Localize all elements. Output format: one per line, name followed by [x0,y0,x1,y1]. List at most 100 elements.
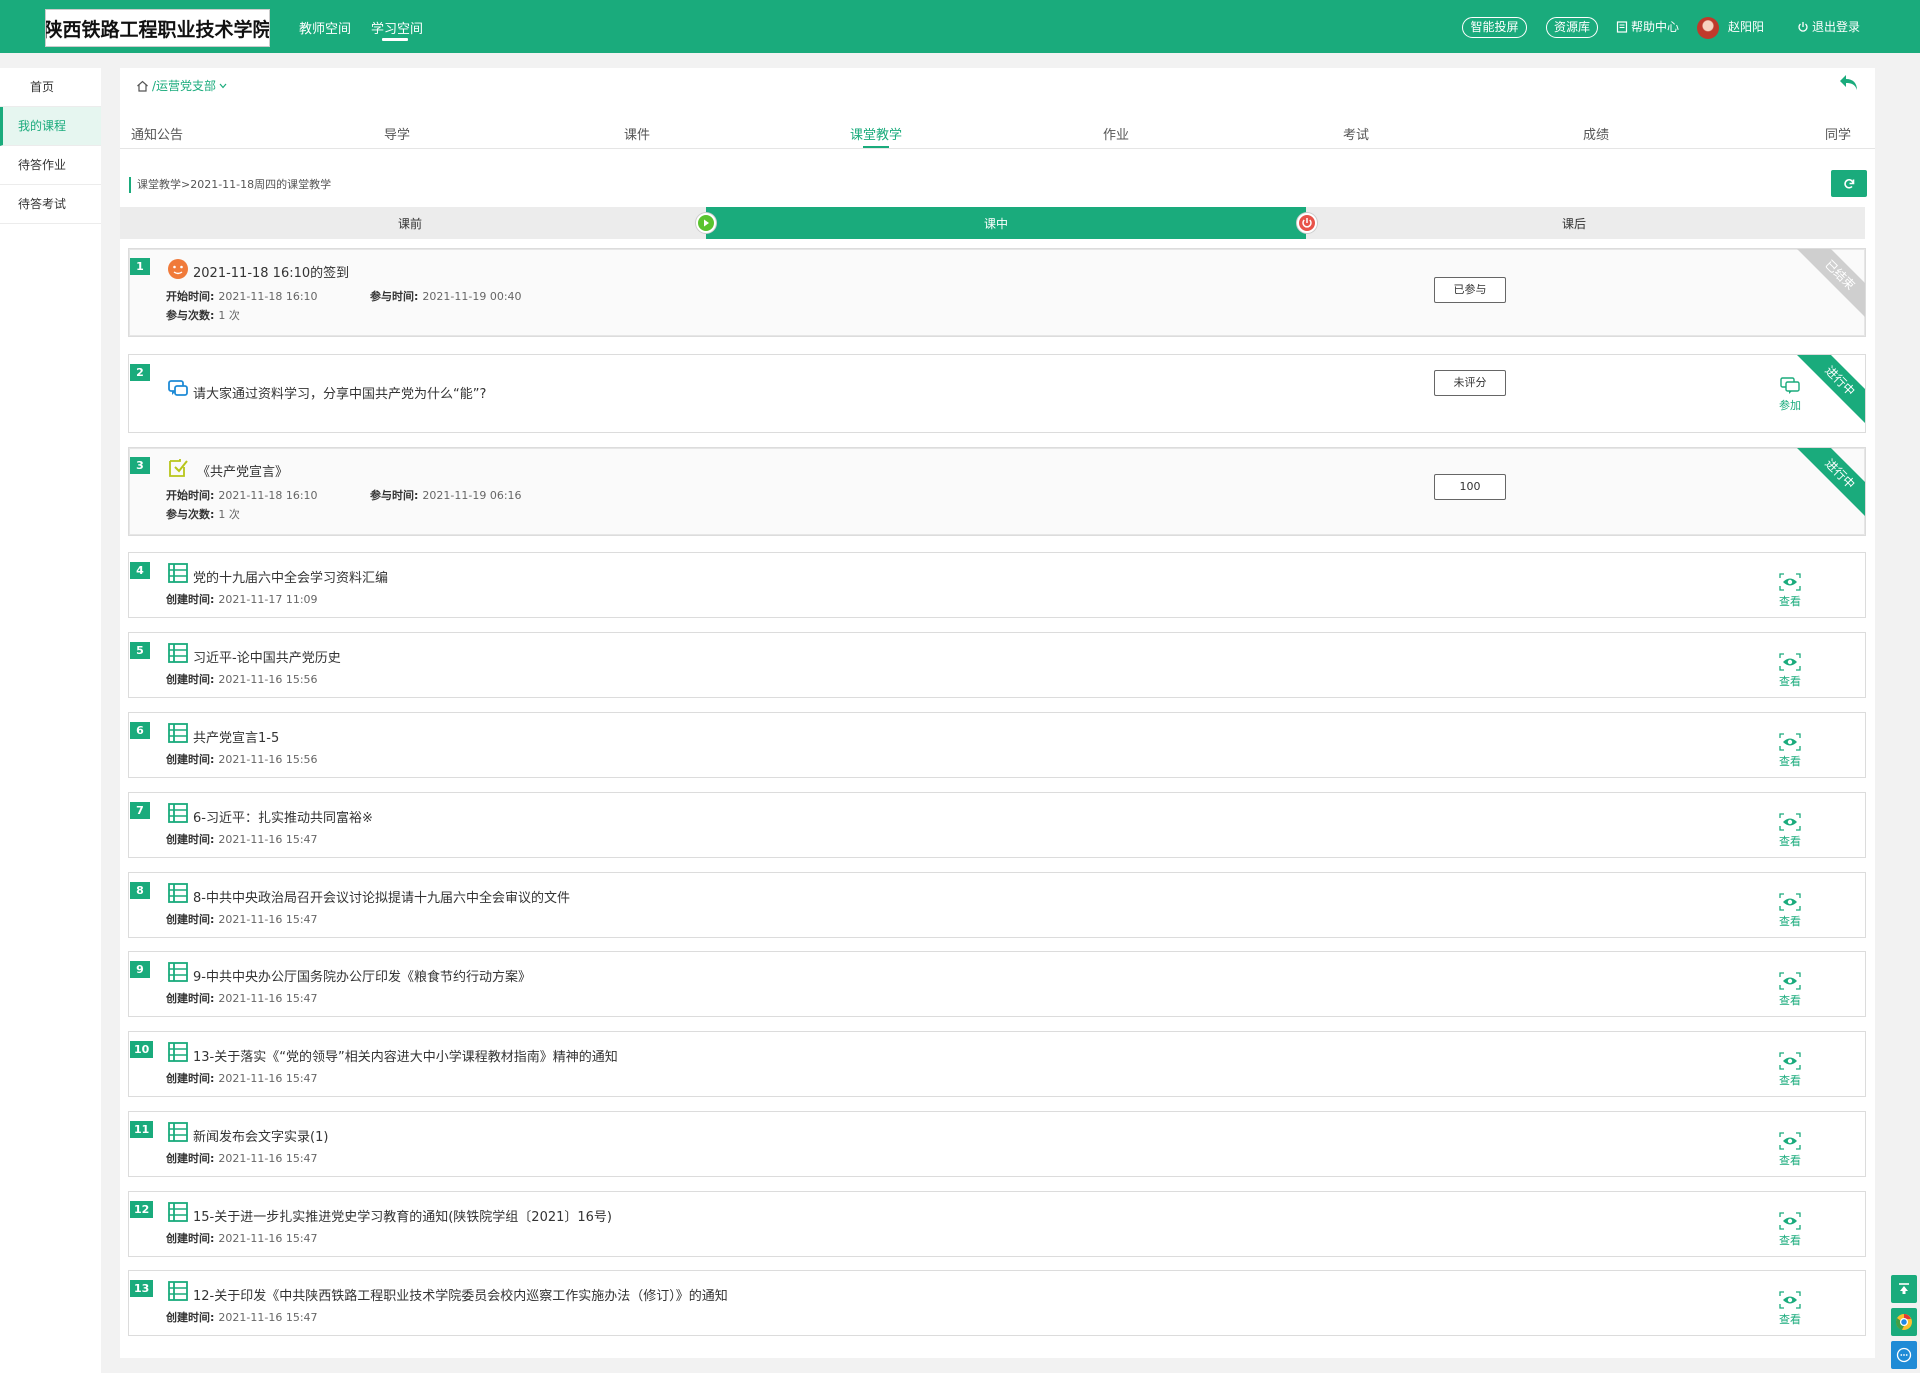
phase-before-class[interactable]: 课前 [398,215,422,232]
chevron-down-icon [219,83,227,88]
join-button[interactable]: 参加 [1772,377,1808,413]
resource-meta: 创建时间: 2021-11-16 15:47 [166,831,318,847]
resource-title: 12-关于印发《中共陕西铁路工程职业技术学院委员会校内巡察工作实施办法（修订）》… [193,1289,728,1304]
nav-learning-space[interactable]: 学习空间 [371,18,423,37]
resource-meta: 创建时间: 2021-11-16 15:47 [166,1230,318,1246]
resource-meta: 创建时间: 2021-11-16 15:56 [166,671,318,687]
created-time-value: 2021-11-16 15:56 [218,753,318,766]
tab-courseware[interactable]: 课件 [624,124,650,143]
sidebar-item-my-courses[interactable]: 我的课程 [0,107,101,146]
resource-card[interactable]: 12 15-关于进一步扎实推进党史学习教育的通知(陕铁院学组〔2021〕16号) 创… [128,1191,1866,1257]
breadcrumb[interactable]: /运营党支部 [136,77,227,94]
document-resource-icon [168,1202,188,1222]
view-button[interactable]: 查看 [1772,733,1808,769]
phase-in-class-segment[interactable]: 课中 [706,207,1306,239]
chat-service-button[interactable] [1891,1341,1917,1369]
view-button[interactable]: 查看 [1772,813,1808,849]
activity-card-signin[interactable]: 1 2021-11-18 16:10的签到 开始时间: 2021-11-18 16… [128,248,1866,337]
chat-bubble-icon [1896,1347,1912,1363]
resource-meta: 创建时间: 2021-11-16 15:47 [166,990,318,1006]
resource-library-button[interactable]: 资源库 [1546,17,1598,38]
chat-icon [1780,377,1800,394]
username[interactable]: 赵阳阳 [1728,18,1764,35]
resource-card[interactable]: 8 8-中共中央政治局召开会议讨论拟提请十九届六中全会审议的文件 创建时间: 2021… [128,872,1866,938]
power-off-icon [1297,213,1317,233]
created-time-label: 创建时间: [166,992,215,1005]
nav-teacher-space[interactable]: 教师空间 [299,18,351,37]
resource-card[interactable]: 13 12-关于印发《中共陕西铁路工程职业技术学院委员会校内巡察工作实施办法（修订… [128,1270,1866,1336]
created-time-value: 2021-11-16 15:47 [218,833,318,846]
view-label: 查看 [1779,915,1801,928]
sidebar-item-pending-homework[interactable]: 待答作业 [0,146,101,185]
resource-meta: 创建时间: 2021-11-16 15:47 [166,1150,318,1166]
resource-card[interactable]: 9 9-中共中央办公厅国务院办公厅印发《粮食节约行动方案》 创建时间: 2021-11… [128,951,1866,1017]
tab-classmates[interactable]: 同学 [1825,124,1851,143]
school-logo[interactable]: 陕西铁路工程职业技术学院 [45,9,270,47]
item-number: 10 [130,1041,154,1058]
resource-title: 党的十九届六中全会学习资料汇编 [193,571,389,586]
help-center-link[interactable]: 帮助中心 [1616,18,1679,35]
created-time-value: 2021-11-16 15:47 [218,1232,318,1245]
view-button[interactable]: 查看 [1772,972,1808,1008]
view-button[interactable]: 查看 [1772,1212,1808,1248]
tab-exam[interactable]: 考试 [1343,124,1369,143]
created-time-label: 创建时间: [166,833,215,846]
view-label: 查看 [1779,835,1801,848]
browser-button[interactable] [1891,1308,1917,1336]
created-time-label: 创建时间: [166,1232,215,1245]
eye-icon [1779,1052,1801,1070]
created-time-value: 2021-11-16 15:56 [218,673,318,686]
view-button[interactable]: 查看 [1772,893,1808,929]
view-button[interactable]: 查看 [1772,1132,1808,1168]
avatar[interactable] [1697,17,1719,39]
activity-card-discussion[interactable]: 2 请大家通过资料学习，分享中国共产党为什么“能”? 未评分 参加 进行中 [128,354,1866,433]
tab-notice[interactable]: 通知公告 [131,124,183,143]
resource-meta: 创建时间: 2021-11-16 15:56 [166,751,318,767]
tab-homework[interactable]: 作业 [1103,124,1129,143]
activity-meta-start: 开始时间: 2021-11-18 16:10 [166,288,318,304]
logout-link[interactable]: 退出登录 [1797,18,1860,35]
tab-classroom[interactable]: 课堂教学 [850,124,902,143]
resource-title: 13-关于落实《“党的领导”相关内容进大中小学课程教材指南》精神的通知 [193,1050,618,1065]
activity-card-quiz[interactable]: 3 《共产党宣言》 开始时间: 2021-11-18 16:10 参与时间: 202… [128,447,1866,536]
join-time-label: 参与时间: [370,290,419,303]
refresh-button[interactable] [1831,170,1867,197]
eye-icon [1779,573,1801,591]
start-time-value: 2021-11-18 16:10 [218,290,318,303]
item-number: 7 [130,802,150,819]
view-button[interactable]: 查看 [1772,1291,1808,1327]
resource-card[interactable]: 11 新闻发布会文字实录(1) 创建时间: 2021-11-16 15:47 查看 [128,1111,1866,1177]
created-time-label: 创建时间: [166,673,215,686]
back-to-top-button[interactable] [1891,1275,1917,1303]
tab-grades[interactable]: 成绩 [1583,124,1609,143]
smart-screen-button[interactable]: 智能投屏 [1462,17,1527,38]
eye-icon [1779,653,1801,671]
item-number: 1 [130,258,150,275]
created-time-value: 2021-11-17 11:09 [218,593,318,606]
lesson-breadcrumb: 课堂教学>2021-11-18周四的课堂教学 [129,177,331,193]
view-button[interactable]: 查看 [1772,573,1808,609]
view-label: 查看 [1779,675,1801,688]
created-time-label: 创建时间: [166,913,215,926]
resource-meta: 创建时间: 2021-11-16 15:47 [166,1309,318,1325]
view-button[interactable]: 查看 [1772,653,1808,689]
back-arrow-icon[interactable] [1837,72,1861,94]
resource-card[interactable]: 7 6-习近平：扎实推动共同富裕※ 创建时间: 2021-11-16 15:47 查看 [128,792,1866,858]
join-time-value: 2021-11-19 06:16 [422,489,522,502]
power-icon [1798,21,1808,32]
tab-guide[interactable]: 导学 [384,124,410,143]
view-button[interactable]: 查看 [1772,1052,1808,1088]
sidebar-item-home[interactable]: 首页 [0,68,101,107]
resource-card[interactable]: 4 党的十九届六中全会学习资料汇编 创建时间: 2021-11-17 11:09 查看 [128,552,1866,618]
resource-card[interactable]: 6 共产党宣言1-5 创建时间: 2021-11-16 15:56 查看 [128,712,1866,778]
resource-card[interactable]: 10 13-关于落实《“党的领导”相关内容进大中小学课程教材指南》精神的通知 创建时… [128,1031,1866,1097]
resource-card[interactable]: 5 习近平-论中国共产党历史 创建时间: 2021-11-16 15:56 查看 [128,632,1866,698]
quiz-icon [169,459,188,477]
phase-after-class[interactable]: 课后 [1562,215,1586,232]
eye-icon [1779,1132,1801,1150]
item-number: 12 [130,1201,154,1218]
sidebar-item-pending-exams[interactable]: 待答考试 [0,185,101,224]
resource-title: 新闻发布会文字实录(1) [193,1130,329,1145]
app-root: 陕西铁路工程职业技术学院 教师空间 学习空间 智能投屏 资源库 帮助中心 赵阳阳… [0,0,1920,1373]
resource-title: 8-中共中央政治局召开会议讨论拟提请十九届六中全会审议的文件 [193,891,570,906]
